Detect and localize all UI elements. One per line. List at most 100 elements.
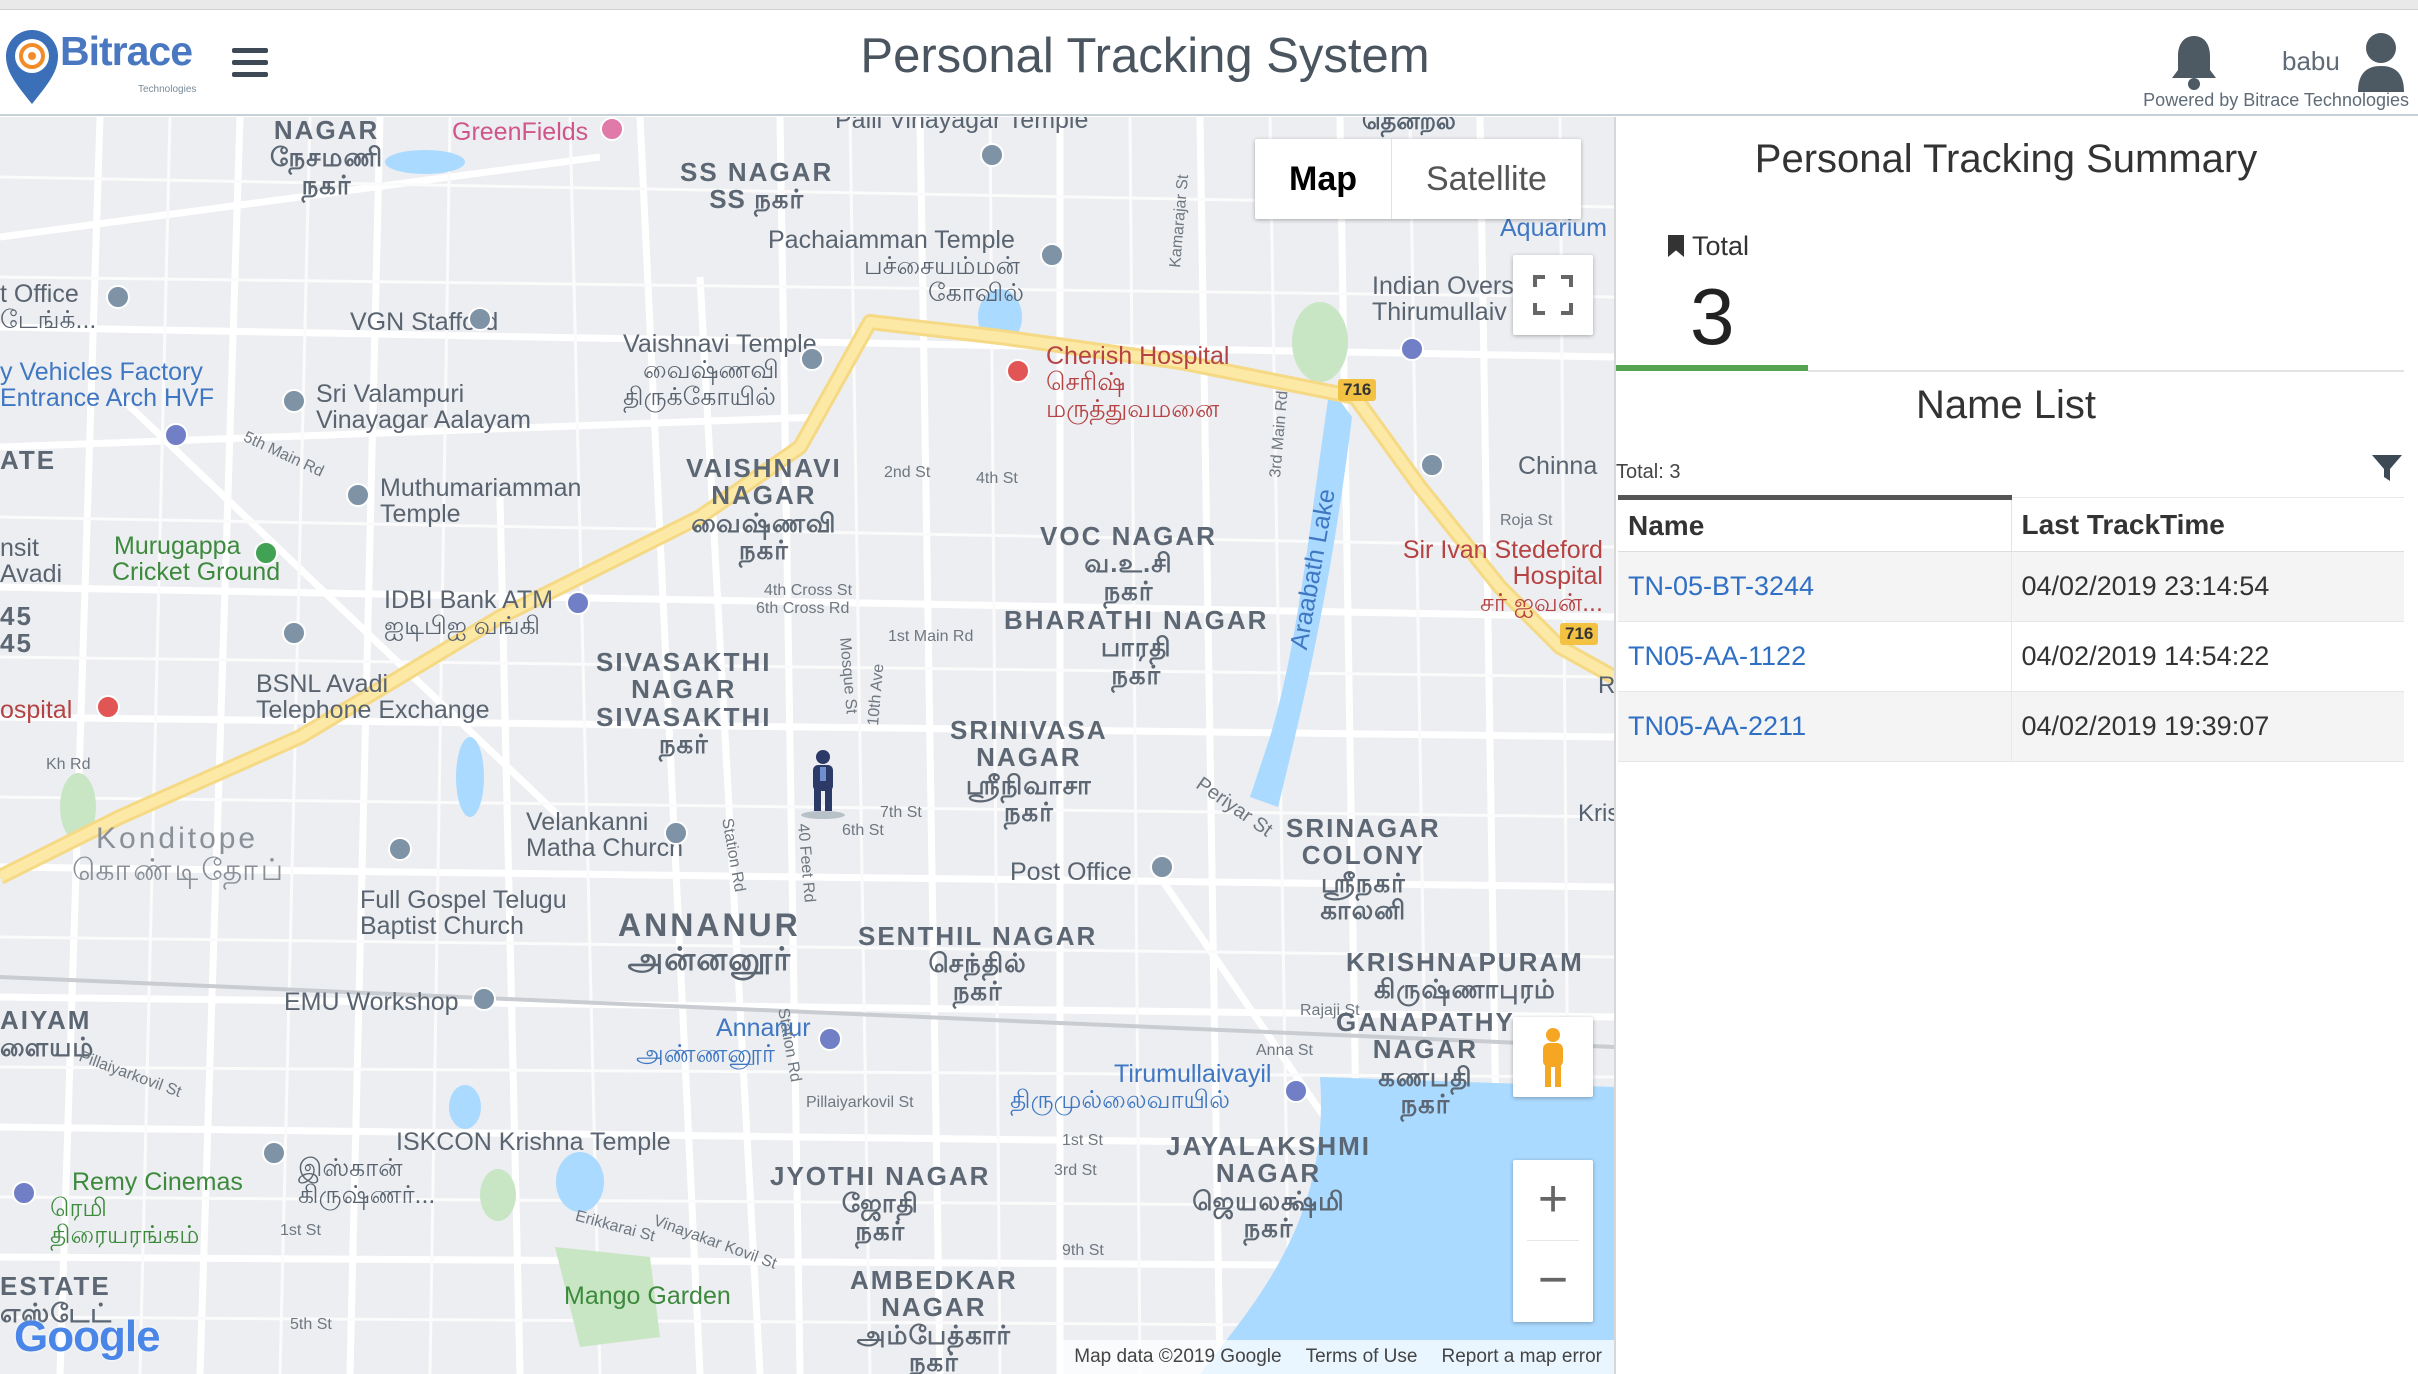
poi-idbi-atm[interactable]: IDBI Bank ATM ஐடிபிஐ வங்கி [384, 587, 553, 640]
vehicle-name-link[interactable]: TN05-AA-2211 [1618, 691, 2011, 762]
building-pin-icon[interactable] [472, 987, 496, 1011]
column-header-name[interactable]: Name [1618, 495, 2011, 552]
filter-icon[interactable] [2370, 451, 2404, 485]
road-label: 5th St [290, 1316, 332, 1333]
cinema-pin-icon[interactable] [12, 1181, 36, 1205]
google-logo[interactable]: Google [14, 1312, 161, 1362]
app-window: Bitrace Technologies Personal Tracking S… [0, 0, 2418, 1374]
area-label-senthil-nagar: SENTHIL NAGAR செந்தில் நகர் [858, 921, 1098, 1006]
poi-velankanni-church[interactable]: Velankanni Matha Church [526, 809, 683, 862]
poi-nsit-avadi[interactable]: nsit Avadi [0, 535, 62, 588]
poi-indian-overseas[interactable]: Indian Overs Thirumullaiv [1372, 273, 1514, 326]
temple-pin-icon[interactable] [346, 483, 370, 507]
poi-post-office[interactable]: Post Office [1010, 859, 1132, 886]
bank-pin-icon[interactable] [282, 621, 306, 645]
username[interactable]: babu [2282, 46, 2340, 77]
poi-full-gospel[interactable]: Full Gospel Telugu Baptist Church [360, 887, 567, 940]
temple-pin-icon[interactable] [262, 1141, 286, 1165]
map-view[interactable]: NAGAR நேசமணி நகர் GreenFields Palli Vina… [0, 117, 1614, 1374]
road-label: 2nd St [884, 464, 931, 481]
area-label-45: 45 45 [0, 601, 33, 659]
vehicle-name-link[interactable]: TN-05-BT-3244 [1618, 551, 2011, 622]
area-label-ss-nagar: SS NAGAR SS நகர் [680, 157, 834, 215]
poi-pachaiamman-temple[interactable]: Pachaiamman Temple பச்சையம்மன் கோவில் [768, 227, 1024, 306]
street-view-button[interactable] [1513, 1017, 1593, 1097]
poi-remy-cinemas[interactable]: Remy Cinemas ரெமி திரையரங்கம் [50, 1169, 243, 1248]
fullscreen-button[interactable] [1513, 255, 1593, 335]
atm-pin-icon[interactable] [566, 591, 590, 615]
area-label-jayalakshmi: JAYALAKSHMI NAGAR ஜெயலக்ஷ்மி நகர் [1166, 1131, 1372, 1243]
hospital-pin-icon[interactable] [1006, 359, 1030, 383]
bookmark-icon [1668, 235, 1684, 257]
bank-pin-icon[interactable] [1400, 337, 1424, 361]
post-office-pin-icon[interactable] [1150, 855, 1174, 879]
map-type-map-button[interactable]: Map [1255, 139, 1392, 219]
poi-post-office-top[interactable]: t Office டேங்க்... [0, 281, 96, 334]
name-list-total: Total: 3 [1616, 461, 1681, 483]
logo-pin-icon [6, 30, 58, 104]
poi-chinna[interactable]: Chinna [1518, 453, 1597, 480]
user-avatar-icon[interactable] [2356, 28, 2406, 98]
poi-iskcon-temple[interactable]: ISKCON Krishna Temple இஸ்கான் கிருஷ்ணர்... [298, 1129, 671, 1208]
vehicle-name-link[interactable]: TN05-AA-1122 [1618, 621, 2011, 692]
map-type-satellite-button[interactable]: Satellite [1392, 139, 1581, 219]
area-label-jyothi-nagar: JYOTHI NAGAR ஜோதி நகர் [770, 1161, 991, 1246]
building-pin-icon[interactable] [468, 307, 492, 331]
bell-icon[interactable] [2168, 32, 2220, 92]
zoom-in-button[interactable]: + [1513, 1160, 1593, 1240]
map-attribution: Map data ©2019 Google Terms of Use Repor… [1062, 1340, 1614, 1374]
temple-pin-icon[interactable] [980, 143, 1004, 167]
summary-divider [1808, 370, 2404, 372]
hospital-pin-icon[interactable] [96, 695, 120, 719]
poi-mango-garden[interactable]: Mango Garden [564, 1283, 731, 1310]
poi-greenfields[interactable]: GreenFields [452, 119, 588, 146]
report-map-error-link[interactable]: Report a map error [1429, 1340, 1614, 1374]
poi-cherish-hospital[interactable]: Cherish Hospital செரிஷ் மருத்துவமனை [1046, 343, 1229, 422]
table-header-row: Name Last TrackTime [1618, 495, 2404, 552]
temple-pin-icon[interactable] [282, 389, 306, 413]
poi-emu-workshop[interactable]: EMU Workshop [284, 989, 459, 1016]
tracked-person-marker-icon[interactable] [798, 747, 848, 821]
table-row[interactable]: TN-05-BT-3244 04/02/2019 23:14:54 [1618, 551, 2404, 622]
poi-sri-valampuri[interactable]: Sri Valampuri Vinayagar Aalayam [316, 381, 531, 434]
terms-of-use-link[interactable]: Terms of Use [1294, 1340, 1430, 1374]
road-label: 4th St [976, 470, 1018, 487]
menu-icon[interactable] [232, 48, 268, 84]
road-label: Pillaiyarkovil St [806, 1094, 914, 1111]
church-pin-icon[interactable] [664, 821, 688, 845]
table-row[interactable]: TN05-AA-1122 04/02/2019 14:54:22 [1618, 621, 2404, 692]
area-label-tenral: தென்றல் [1362, 117, 1456, 135]
school-pin-icon[interactable] [1420, 453, 1444, 477]
shop-pin-icon[interactable] [600, 117, 624, 141]
zoom-out-button[interactable]: − [1513, 1241, 1593, 1321]
poi-palli-temple[interactable]: Palli Vinayagar Temple [835, 117, 1088, 133]
road-label: 3rd St [1054, 1162, 1097, 1179]
poi-sir-ivan-hospital[interactable]: Sir Ivan Stedeford Hospital சர் ஐவன்... [1400, 537, 1603, 616]
poi-muthumariamman[interactable]: Muthumariamman Temple [380, 475, 581, 528]
poi-hospital-left[interactable]: ospital [0, 697, 72, 724]
road-label: 1st Main Rd [888, 628, 974, 645]
temple-pin-icon[interactable] [800, 347, 824, 371]
poi-vaishnavi-temple[interactable]: Vaishnavi Temple வைஷ்ணவி திருக்கோயில் [623, 331, 817, 410]
train-station-icon[interactable] [818, 1027, 842, 1051]
road-label: Kh Rd [46, 756, 91, 773]
map-type-control: Map Satellite [1255, 139, 1581, 219]
road-label: 1st St [1062, 1132, 1103, 1149]
landmark-pin-icon[interactable] [164, 423, 188, 447]
temple-pin-icon[interactable] [1040, 243, 1064, 267]
station-tirumullaivayil[interactable]: Tirumullaivayil திருமுல்லைவாயில் [1010, 1061, 1271, 1114]
area-label-srinagar-colony: SRINAGAR COLONY ஸ்ரீநகர் காலனி [1286, 813, 1441, 925]
map-data-text: Map data ©2019 Google [1074, 1346, 1282, 1367]
train-station-icon[interactable] [1284, 1079, 1308, 1103]
total-card[interactable]: Total 3 [1616, 213, 1808, 371]
area-label-sivasakthi: SIVASAKTHI NAGAR SIVASAKTHI நகர் [596, 647, 772, 759]
church-pin-icon[interactable] [388, 837, 412, 861]
table-row[interactable]: TN05-AA-2211 04/02/2019 19:39:07 [1618, 691, 2404, 762]
stadium-pin-icon[interactable] [254, 541, 278, 565]
summary-panel: Personal Tracking Summary Total 3 Name L… [1614, 117, 2418, 1374]
poi-bsnl-avadi[interactable]: BSNL Avadi Telephone Exchange [256, 671, 490, 724]
bitrace-logo[interactable]: Bitrace Technologies [2, 24, 198, 108]
poi-vehicles-factory[interactable]: y Vehicles Factory Entrance Arch HVF [0, 359, 214, 412]
post-office-pin-icon[interactable] [106, 285, 130, 309]
column-header-last-tracktime[interactable]: Last TrackTime [2010, 497, 2404, 552]
